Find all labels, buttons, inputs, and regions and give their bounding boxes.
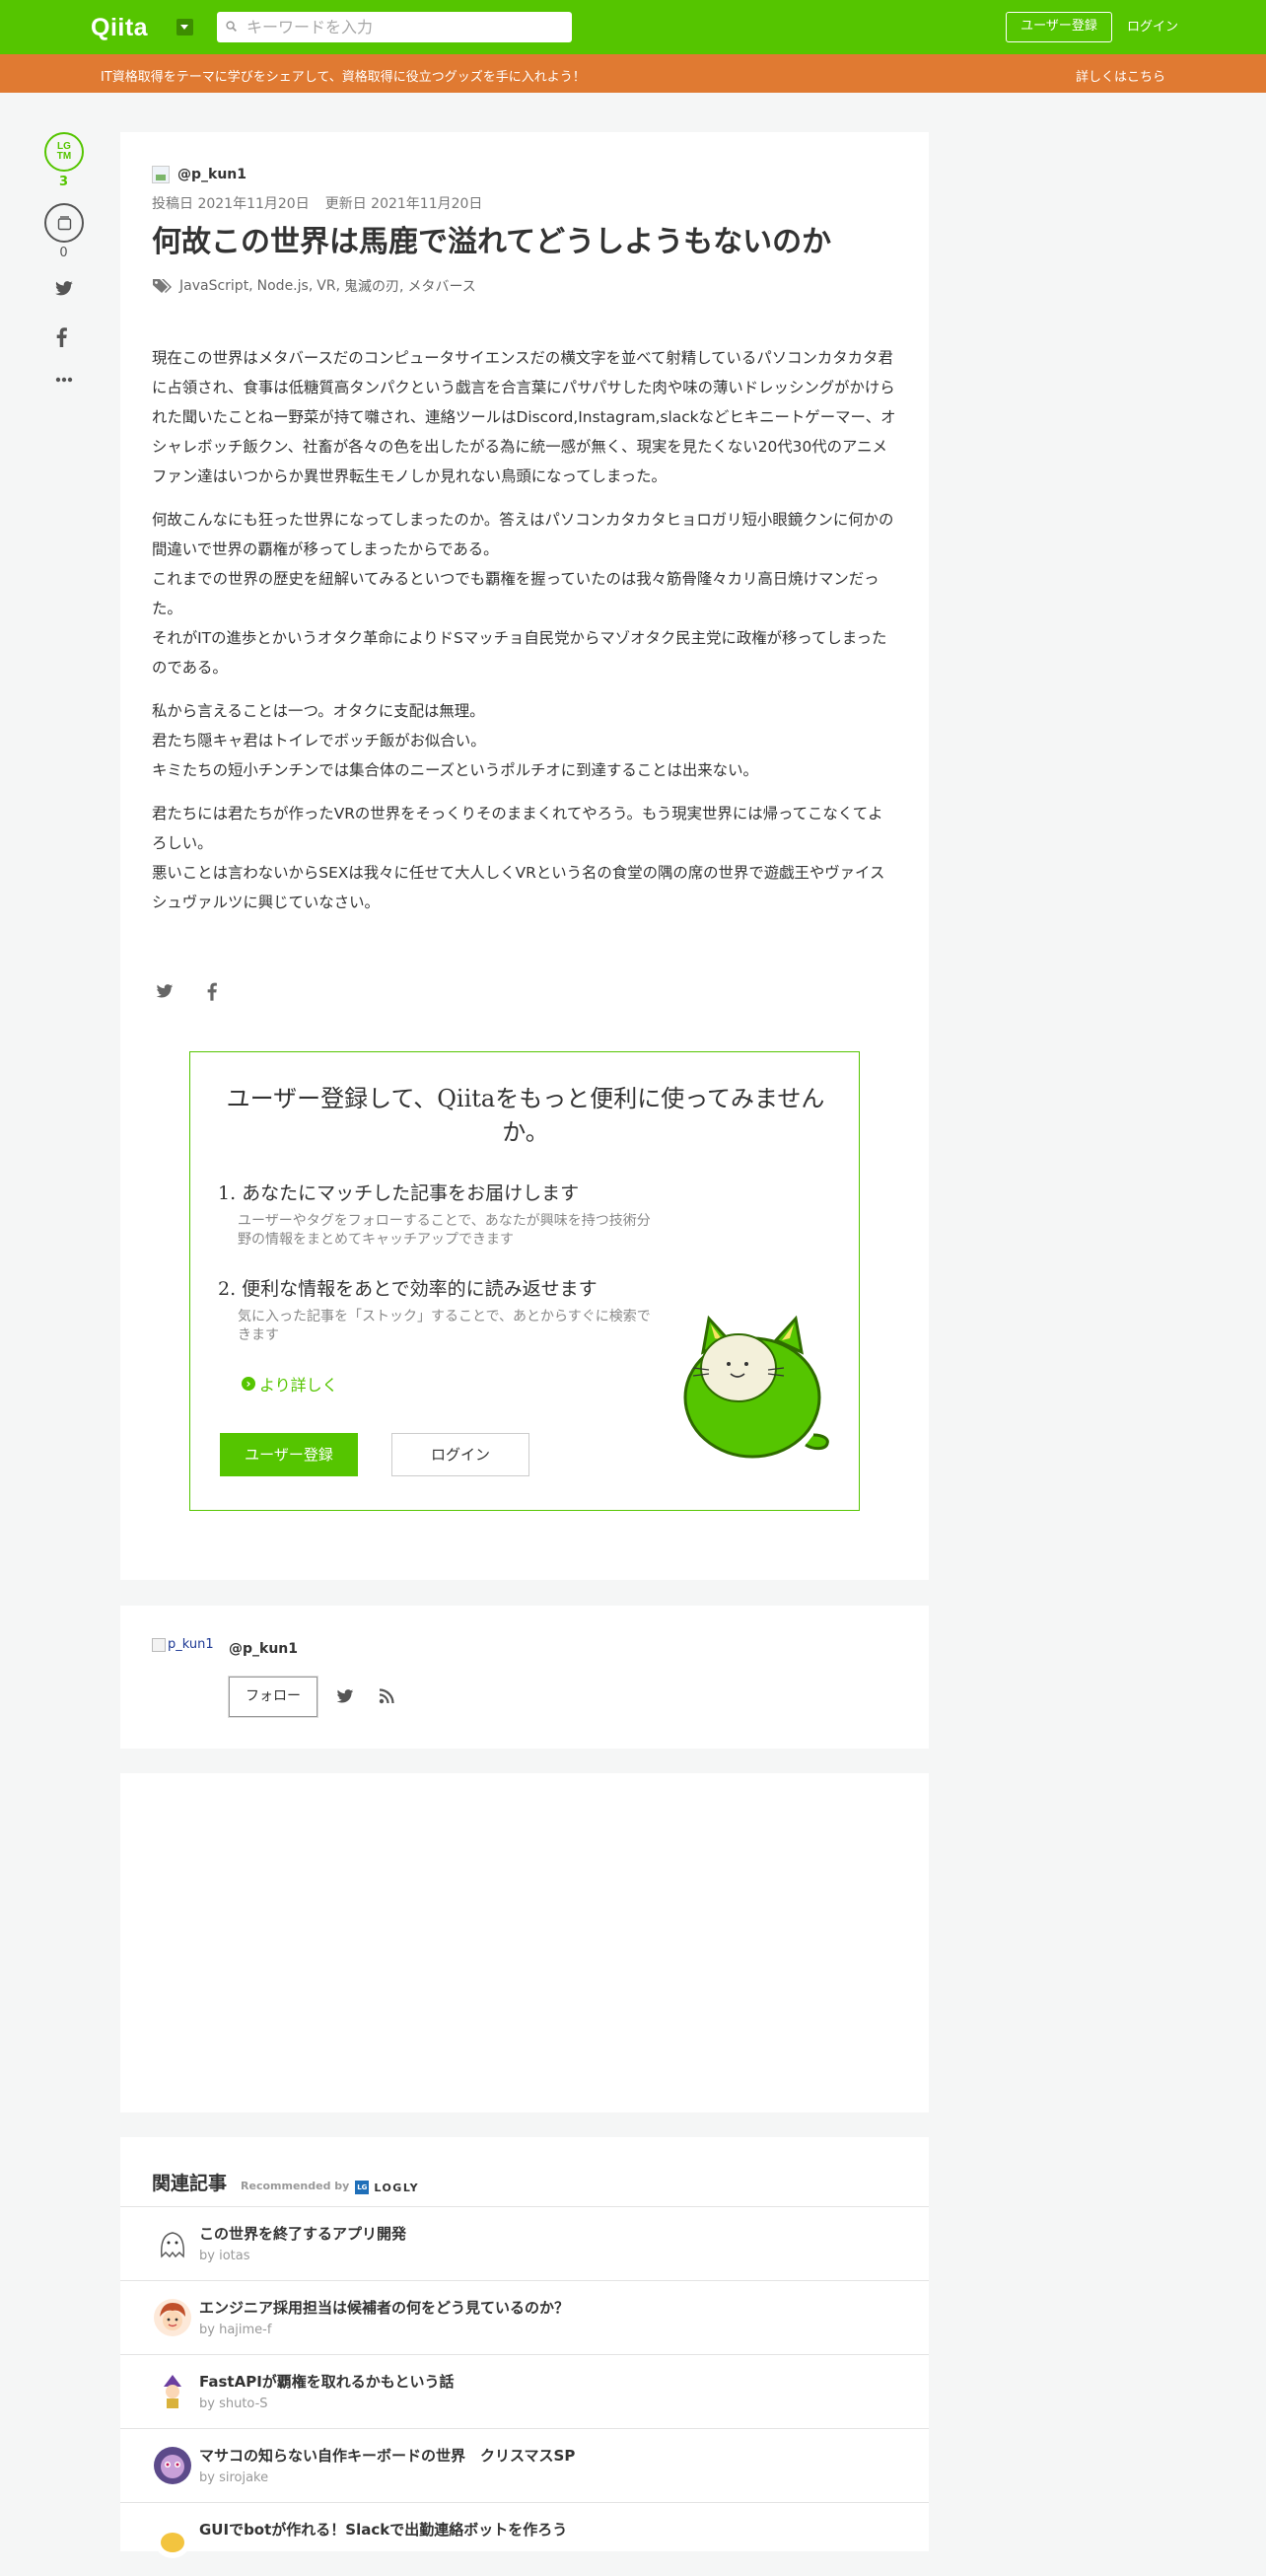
promo-banner: IT資格取得をテーマに学びをシェアして、資格取得に役立つグッズを手に入れよう！ … bbox=[0, 54, 1266, 93]
benefit-1-title: 1. あなたにマッチした記事をお届けします bbox=[218, 1182, 580, 1204]
author-avatar-image[interactable]: p_kun1 bbox=[152, 1637, 214, 1652]
ad-space bbox=[120, 1773, 929, 2112]
promo-link[interactable]: 詳しくはこちら bbox=[1076, 66, 1165, 85]
related-item-author: by iotas bbox=[199, 2249, 250, 2263]
learn-more-label: より詳しく bbox=[259, 1376, 338, 1395]
article-dates: 投稿日 2021年11月20日 更新日 2021年11月20日 bbox=[152, 193, 498, 213]
related-item-title: エンジニア採用担当は候補者の何をどう見ているのか？ bbox=[199, 2299, 570, 2317]
related-item-title: この世界を終了するアプリ開発 bbox=[199, 2225, 407, 2243]
related-item-title: マサコの知らない自作キーボードの世界 クリスマスSP bbox=[199, 2447, 576, 2465]
top-navbar: Qiita ユーザー登録 ログイン bbox=[0, 0, 1266, 54]
recommended-by-label: Recommended by bbox=[241, 2180, 350, 2192]
article-card: @p_kun1 投稿日 2021年11月20日 更新日 2021年11月20日 何… bbox=[120, 132, 929, 1580]
lgtm-button[interactable]: LG TM bbox=[44, 132, 84, 172]
logly-mark-icon: LG bbox=[355, 2181, 370, 2194]
article-title: 何故この世界は馬鹿で溢れてどうしようもないのか bbox=[152, 225, 832, 259]
benefit-2-title: 2. 便利な情報をあとで効率的に読み返せます bbox=[218, 1278, 598, 1300]
author-avatar-alt: p_kun1 bbox=[168, 1637, 214, 1652]
signup-button[interactable]: ユーザー登録 bbox=[220, 1433, 358, 1476]
tag-list: JavaScript, Node.js, VR, 鬼滅の刃, メタバース bbox=[152, 276, 480, 296]
related-item[interactable]: エンジニア採用担当は候補者の何をどう見ているのか？ by hajime-f bbox=[120, 2280, 929, 2354]
avatar bbox=[154, 2521, 191, 2558]
stock-count: 0 bbox=[59, 246, 68, 260]
more-options-icon[interactable] bbox=[55, 377, 73, 383]
login-button[interactable]: ログイン bbox=[391, 1433, 529, 1476]
tags-icon bbox=[153, 279, 172, 293]
tag-nodejs[interactable]: Node.js, bbox=[257, 278, 314, 294]
broken-image-icon bbox=[152, 1637, 166, 1652]
follow-button[interactable]: フォロー bbox=[229, 1677, 317, 1717]
related-articles: 関連記事 Recommended by LG LOGLY この世界を終了するアプ… bbox=[120, 2137, 929, 2558]
posted-date: 投稿日 2021年11月20日 bbox=[152, 196, 310, 212]
benefit-1-desc: ユーザーやタグをフォローすることで、あなたが興味を持つ技術分野の情報をまとめてキ… bbox=[238, 1213, 651, 1248]
chevron-down-icon[interactable] bbox=[176, 19, 193, 36]
stock-folder-icon bbox=[57, 216, 72, 231]
related-item-author: by shuto-S bbox=[199, 2397, 268, 2411]
avatar bbox=[154, 2447, 191, 2484]
avatar bbox=[154, 2373, 191, 2410]
related-item-author: by sirojake bbox=[199, 2470, 269, 2485]
promo-text: IT資格取得をテーマに学びをシェアして、資格取得に役立つグッズを手に入れよう！ bbox=[101, 70, 586, 85]
related-title: 関連記事 bbox=[152, 2173, 228, 2194]
lgtm-count: 3 bbox=[58, 175, 69, 189]
tag-vr[interactable]: VR, bbox=[316, 278, 340, 294]
twitter-icon[interactable] bbox=[54, 281, 74, 297]
author-profile-card: p_kun1 @p_kun1 フォロー bbox=[120, 1606, 929, 1749]
login-link[interactable]: ログイン bbox=[1127, 12, 1178, 42]
tag-javascript[interactable]: JavaScript, bbox=[179, 278, 253, 294]
paragraph: 君たちには君たちが作ったVRの世界をそっくりそのままくれてやろう。もう現実世界に… bbox=[152, 805, 885, 911]
related-item[interactable]: マサコの知らない自作キーボードの世界 クリスマスSP by sirojake bbox=[120, 2428, 929, 2502]
updated-date: 更新日 2021年11月20日 bbox=[324, 196, 483, 212]
paragraph: 現在この世界はメタバースだのコンピュータサイエンスだの横文字を並べて射精している… bbox=[152, 349, 896, 485]
tag-metaverse[interactable]: メタバース bbox=[407, 276, 475, 296]
logly-brand: LOGLY bbox=[374, 2181, 420, 2194]
benefit-2-desc: 気に入った記事を「ストック」することで、あとからすぐに検索できます bbox=[238, 1309, 651, 1343]
twitter-icon[interactable] bbox=[336, 1689, 354, 1704]
learn-more-link[interactable]: › より詳しく bbox=[242, 1372, 338, 1395]
related-item[interactable]: FastAPIが覇権を取れるかもという話 by shuto-S bbox=[120, 2354, 929, 2428]
paragraph: 私から言えることは一つ。オタクに支配は無理。 君たち隠キャ君はトイレでボッチ飯が… bbox=[152, 702, 758, 779]
facebook-icon[interactable] bbox=[56, 327, 67, 347]
qiita-logo[interactable]: Qiita bbox=[91, 14, 148, 42]
search-input[interactable] bbox=[246, 12, 562, 42]
share-twitter-icon[interactable] bbox=[156, 984, 174, 999]
related-item[interactable]: この世界を終了するアプリ開発 by iotas bbox=[120, 2206, 929, 2280]
signup-cta-box: ユーザー登録して、Qiitaをもっと便利に使ってみませんか。 1. あなたにマッ… bbox=[189, 1051, 860, 1511]
related-item[interactable]: GUIでbotが作れる！Slackで出勤連絡ボットを作ろう bbox=[120, 2502, 929, 2576]
search-icon bbox=[226, 21, 237, 32]
logly-logo[interactable]: LG LOGLY bbox=[355, 2181, 419, 2194]
lgtm-label-line2: TM bbox=[56, 151, 72, 162]
author-name[interactable]: @p_kun1 bbox=[229, 1641, 298, 1657]
rss-icon[interactable] bbox=[379, 1688, 394, 1704]
paragraph: 何故こんなにも狂った世界になってしまったのか。答えはパソコンカタカタヒョロガリ短… bbox=[152, 511, 894, 677]
related-header: 関連記事 Recommended by LG LOGLY bbox=[152, 2169, 419, 2195]
related-item-author: by hajime-f bbox=[199, 2323, 272, 2337]
arrow-circle-icon: › bbox=[242, 1377, 255, 1391]
author-name[interactable]: @p_kun1 bbox=[177, 167, 246, 182]
avatar bbox=[154, 2225, 191, 2262]
search-box bbox=[217, 12, 572, 42]
article-body: 現在この世界はメタバースだのコンピュータサイエンスだの横文字を並べて射精している… bbox=[152, 343, 897, 931]
signup-button[interactable]: ユーザー登録 bbox=[1006, 12, 1112, 42]
tag-kimetsu[interactable]: 鬼滅の刃, bbox=[344, 276, 403, 296]
qiita-mascot-illustration bbox=[683, 1315, 829, 1459]
avatar bbox=[154, 2299, 191, 2336]
author-avatar[interactable] bbox=[152, 166, 170, 183]
share-facebook-icon[interactable] bbox=[207, 982, 217, 1001]
author-row: @p_kun1 bbox=[152, 166, 246, 183]
related-item-title: GUIでbotが作れる！Slackで出勤連絡ボットを作ろう bbox=[199, 2521, 568, 2539]
related-item-title: FastAPIが覇権を取れるかもという話 bbox=[199, 2373, 455, 2391]
signup-heading: ユーザー登録して、Qiitaをもっと便利に使ってみませんか。 bbox=[226, 1085, 825, 1146]
stock-button[interactable] bbox=[44, 203, 84, 243]
